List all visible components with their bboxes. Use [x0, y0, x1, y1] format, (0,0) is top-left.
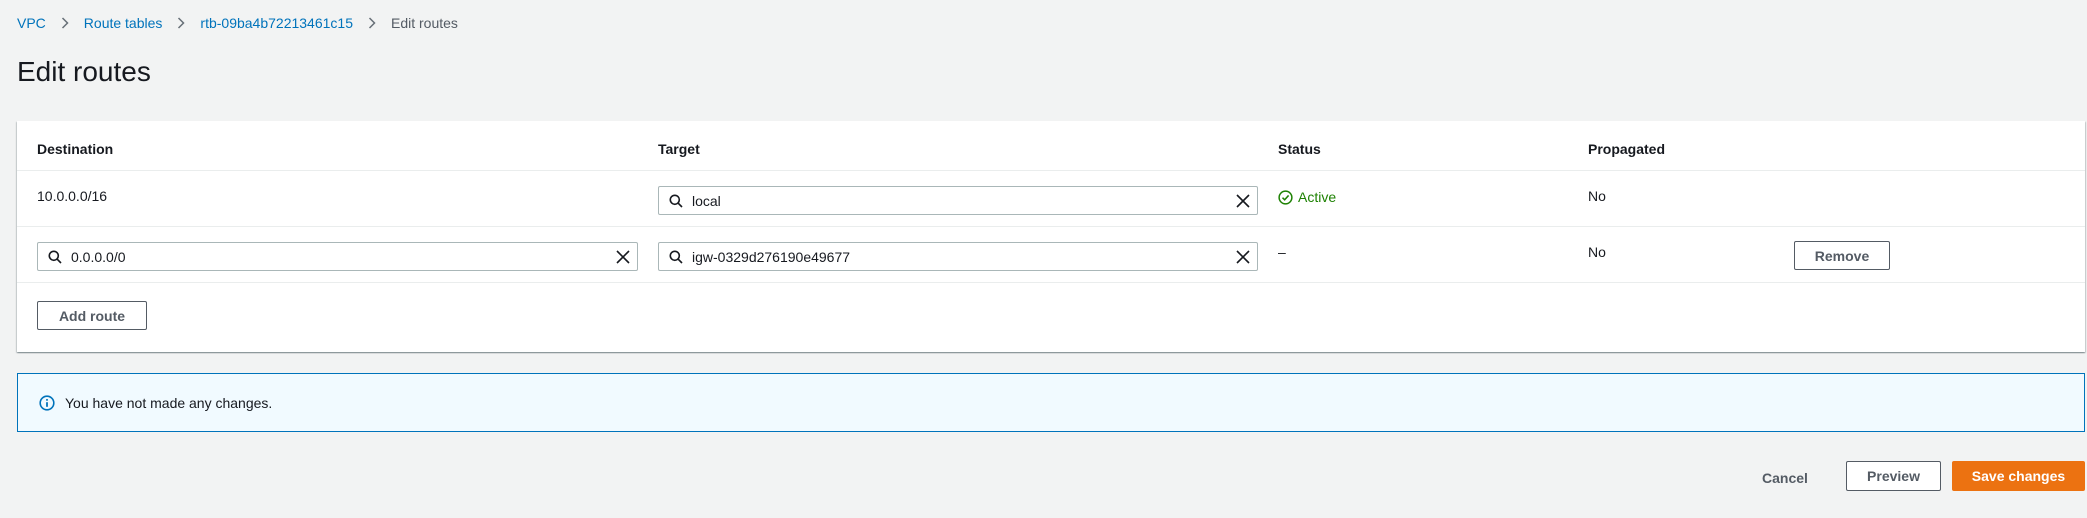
- row-divider: [17, 226, 2085, 227]
- check-circle-icon: [1278, 189, 1293, 205]
- close-icon[interactable]: [1229, 243, 1257, 270]
- column-header-target: Target: [658, 141, 700, 157]
- propagated-text: No: [1588, 188, 1606, 204]
- column-header-destination: Destination: [37, 141, 114, 157]
- page-title: Edit routes: [17, 56, 151, 87]
- target-search-field: [658, 186, 1258, 215]
- propagated-text: No: [1588, 244, 1606, 260]
- remove-route-button[interactable]: Remove: [1794, 241, 1890, 270]
- target-input[interactable]: [692, 248, 1229, 265]
- search-icon: [669, 194, 683, 208]
- destination-search-field: [37, 242, 638, 271]
- chevron-right-icon: [61, 17, 69, 29]
- status-text: –: [1278, 244, 1286, 260]
- cancel-button[interactable]: Cancel: [1752, 463, 1818, 492]
- breadcrumb-current: Edit routes: [390, 15, 458, 31]
- info-alert: You have not made any changes.: [17, 373, 2085, 432]
- search-icon: [48, 250, 62, 264]
- chevron-right-icon: [368, 17, 376, 29]
- close-icon[interactable]: [1229, 187, 1257, 214]
- row-divider: [17, 170, 2085, 171]
- add-route-button[interactable]: Add route: [37, 301, 147, 330]
- status-active-label: Active: [1298, 189, 1337, 205]
- info-message: You have not made any changes.: [65, 394, 273, 411]
- breadcrumb-route-tables-link[interactable]: Route tables: [84, 15, 163, 31]
- search-icon: [669, 250, 683, 264]
- breadcrumb-vpc-link[interactable]: VPC: [17, 15, 46, 31]
- column-header-propagated: Propagated: [1588, 141, 1666, 157]
- chevron-right-icon: [177, 17, 185, 29]
- status-badge: Active: [1278, 186, 1336, 208]
- info-icon: [39, 394, 55, 411]
- routes-table-panel: Destination Target Status Propagated 10.…: [17, 121, 2085, 352]
- route-destination-text: 10.0.0.0/16: [37, 188, 108, 204]
- breadcrumb-route-table-id-link[interactable]: rtb-09ba4b72213461c15: [200, 15, 353, 31]
- preview-button[interactable]: Preview: [1846, 461, 1941, 491]
- save-changes-button[interactable]: Save changes: [1952, 461, 2085, 491]
- close-icon[interactable]: [609, 243, 637, 270]
- target-search-field: [658, 242, 1258, 271]
- column-header-status: Status: [1278, 141, 1321, 157]
- target-input[interactable]: [692, 192, 1229, 209]
- destination-input[interactable]: [71, 248, 609, 265]
- row-divider: [17, 282, 2085, 283]
- breadcrumb: VPC Route tables rtb-09ba4b72213461c15 E…: [17, 15, 458, 31]
